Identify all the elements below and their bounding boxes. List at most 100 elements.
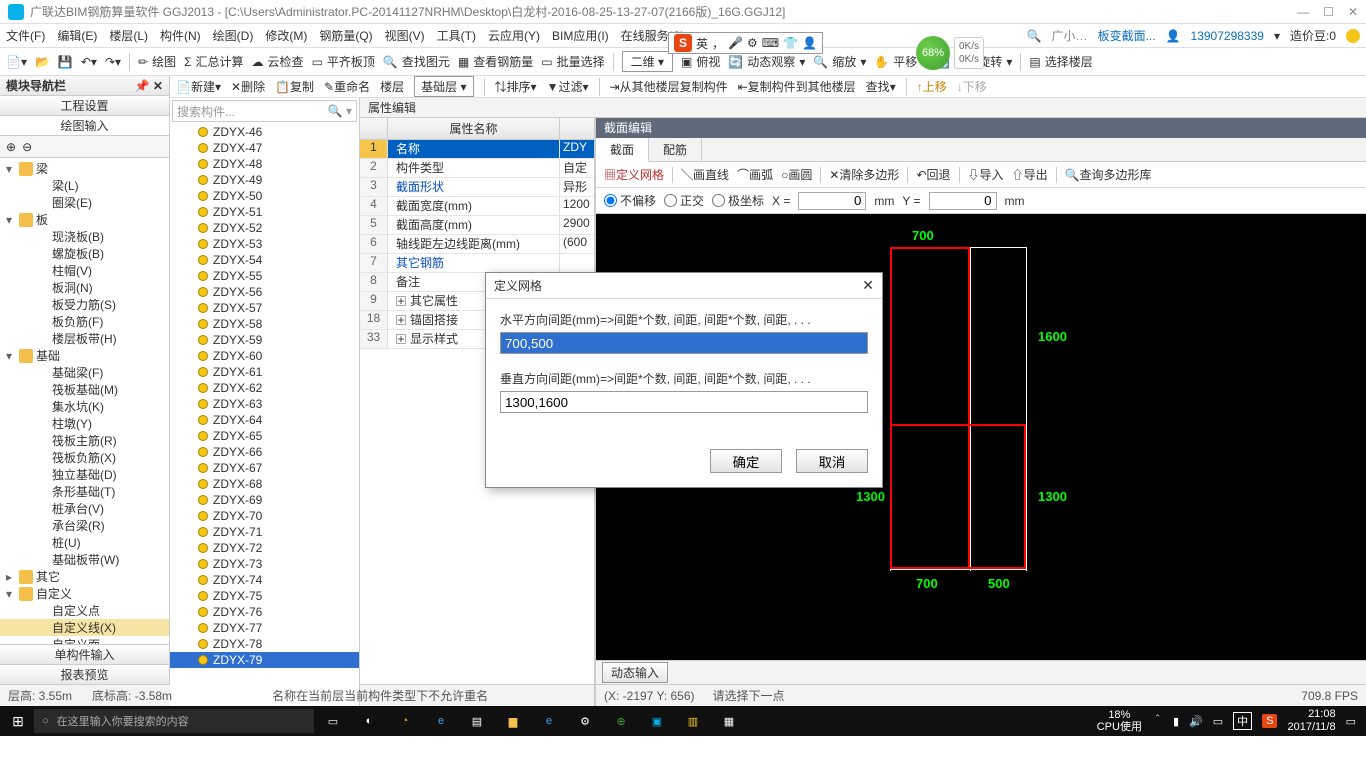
list-item[interactable]: ZDYX-78	[170, 636, 359, 652]
tray-ime-icon[interactable]: 中	[1233, 712, 1252, 730]
cancel-button[interactable]: 取消	[796, 449, 868, 473]
new-icon[interactable]: 📄▾	[6, 55, 27, 69]
import-button[interactable]: ⇩导入	[968, 166, 1004, 183]
list-item[interactable]: ZDYX-76	[170, 604, 359, 620]
list-item[interactable]: ZDYX-49	[170, 172, 359, 188]
list-item[interactable]: ZDYX-75	[170, 588, 359, 604]
tree-node[interactable]: 现浇板(B)	[0, 228, 169, 245]
tree-node[interactable]: 柱墩(Y)	[0, 415, 169, 432]
tree-node[interactable]: 基础梁(F)	[0, 364, 169, 381]
define-grid-button[interactable]: ▦定义网格	[604, 166, 664, 183]
tree-node[interactable]: 螺旋板(B)	[0, 245, 169, 262]
ie-icon[interactable]: e	[532, 708, 566, 734]
tree-node[interactable]: 自定义面	[0, 636, 169, 644]
taskview-icon[interactable]: ▭	[316, 708, 350, 734]
tree-node[interactable]: 自定义线(X)	[0, 619, 169, 636]
expand-all-icon[interactable]: ⊕	[6, 140, 16, 154]
list-item[interactable]: ZDYX-77	[170, 620, 359, 636]
tree-node[interactable]: 集水坑(K)	[0, 398, 169, 415]
tree-node[interactable]: ▾自定义	[0, 585, 169, 602]
list-item[interactable]: ZDYX-48	[170, 156, 359, 172]
list-item[interactable]: ZDYX-57	[170, 300, 359, 316]
user-dropdown-icon[interactable]: ▾	[1274, 29, 1280, 43]
start-icon[interactable]: ⊞	[4, 713, 32, 730]
tree-node[interactable]: 基础板带(W)	[0, 551, 169, 568]
tree-node[interactable]: ▾基础	[0, 347, 169, 364]
list-item[interactable]: ZDYX-63	[170, 396, 359, 412]
taskbar-search[interactable]: ○ 在这里输入你要搜索的内容	[34, 709, 314, 733]
list-item[interactable]: ZDYX-47	[170, 140, 359, 156]
link-section[interactable]: 板变截面...	[1098, 27, 1156, 44]
tray-vol-icon[interactable]: 🔊	[1189, 715, 1203, 728]
nav-tab-report[interactable]: 报表预览	[0, 664, 169, 684]
tray-up-icon[interactable]: ＾	[1152, 713, 1163, 729]
tree-node[interactable]: 柱帽(V)	[0, 262, 169, 279]
search-small-icon[interactable]: 🔍	[1027, 29, 1042, 43]
list-item[interactable]: ZDYX-69	[170, 492, 359, 508]
nav-tree[interactable]: ▾梁梁(L)圈梁(E)▾板现浇板(B)螺旋板(B)柱帽(V)板洞(N)板受力筋(…	[0, 158, 169, 644]
tree-node[interactable]: 独立基础(D)	[0, 466, 169, 483]
ime-toolbar[interactable]: S 英 ， 🎤 ⚙ ⌨ 👕 👤	[668, 32, 823, 54]
menu-rebar[interactable]: 钢筋量(Q)	[319, 27, 372, 44]
v-spacing-input[interactable]	[500, 391, 868, 413]
list-item[interactable]: ZDYX-56	[170, 284, 359, 300]
menu-floor[interactable]: 楼层(L)	[109, 27, 148, 44]
list-item[interactable]: ZDYX-60	[170, 348, 359, 364]
tree-node[interactable]: 圈梁(E)	[0, 194, 169, 211]
sum-button[interactable]: Σ汇总计算	[184, 53, 243, 70]
list-item[interactable]: ZDYX-52	[170, 220, 359, 236]
export-button[interactable]: ⇧导出	[1012, 166, 1048, 183]
query-poly-button[interactable]: 🔍查询多边形库	[1065, 166, 1152, 183]
list-item[interactable]: ZDYX-67	[170, 460, 359, 476]
tree-node[interactable]: 板受力筋(S)	[0, 296, 169, 313]
list-item[interactable]: ZDYX-50	[170, 188, 359, 204]
undo-button[interactable]: ↶回退	[916, 166, 950, 183]
search-input[interactable]: 搜索构件...🔍 ▾	[172, 100, 357, 122]
select-floor-button[interactable]: ▤选择楼层	[1029, 53, 1092, 70]
list-item[interactable]: ZDYX-72	[170, 540, 359, 556]
tab-rebar[interactable]: 配筋	[649, 138, 702, 161]
find-button[interactable]: 查找▾	[866, 78, 896, 95]
prop-row[interactable]: 6轴线距左边线距离(mm)(600	[360, 235, 594, 254]
prop-row[interactable]: 1名称ZDY	[360, 140, 594, 159]
menu-bim[interactable]: BIM应用(I)	[552, 27, 609, 44]
settings-icon[interactable]: ⚙	[568, 708, 602, 734]
save-icon[interactable]: 💾	[58, 55, 73, 69]
menu-view[interactable]: 视图(V)	[385, 27, 425, 44]
tree-node[interactable]: ▸其它	[0, 568, 169, 585]
list-item[interactable]: ZDYX-61	[170, 364, 359, 380]
tree-node[interactable]: ▾板	[0, 211, 169, 228]
collapse-all-icon[interactable]: ⊖	[22, 140, 32, 154]
tree-node[interactable]: 筏板负筋(X)	[0, 449, 169, 466]
undo-icon[interactable]: ↶▾	[81, 55, 97, 69]
component-list[interactable]: ZDYX-46ZDYX-47ZDYX-48ZDYX-49ZDYX-50ZDYX-…	[170, 124, 359, 706]
h-spacing-input[interactable]	[500, 332, 868, 354]
list-item[interactable]: ZDYX-66	[170, 444, 359, 460]
del-comp-button[interactable]: ✕删除	[231, 78, 265, 95]
tray-net-icon[interactable]: ▮	[1173, 715, 1179, 728]
list-item[interactable]: ZDYX-62	[170, 380, 359, 396]
nav-tab-single[interactable]: 单构件输入	[0, 644, 169, 664]
dialog-close-icon[interactable]: ✕	[862, 277, 874, 294]
cloud-check-button[interactable]: ☁云检查	[252, 53, 304, 70]
radio-nooffset[interactable]: 不偏移	[604, 192, 656, 209]
tree-node[interactable]: 桩(U)	[0, 534, 169, 551]
list-item[interactable]: ZDYX-65	[170, 428, 359, 444]
radio-polar[interactable]: 极坐标	[712, 192, 764, 209]
prop-row[interactable]: 5截面高度(mm)2900	[360, 216, 594, 235]
tree-node[interactable]: 筏板基础(M)	[0, 381, 169, 398]
draw-button[interactable]: ✏绘图	[138, 53, 176, 70]
tree-node[interactable]: 条形基础(T)	[0, 483, 169, 500]
ime-lang[interactable]: 英	[696, 35, 708, 52]
minimize-icon[interactable]: —	[1297, 5, 1309, 19]
list-item[interactable]: ZDYX-70	[170, 508, 359, 524]
batch-select-button[interactable]: ▭批量选择	[541, 53, 604, 70]
app-green-icon[interactable]: ⊕	[604, 708, 638, 734]
tree-node[interactable]: 板洞(N)	[0, 279, 169, 296]
list-item[interactable]: ZDYX-54	[170, 252, 359, 268]
notes-icon[interactable]: ▥	[676, 708, 710, 734]
list-item[interactable]: ZDYX-64	[170, 412, 359, 428]
list-item[interactable]: ZDYX-51	[170, 204, 359, 220]
redo-icon[interactable]: ↷▾	[105, 55, 121, 69]
edge-icon[interactable]: e	[424, 708, 458, 734]
